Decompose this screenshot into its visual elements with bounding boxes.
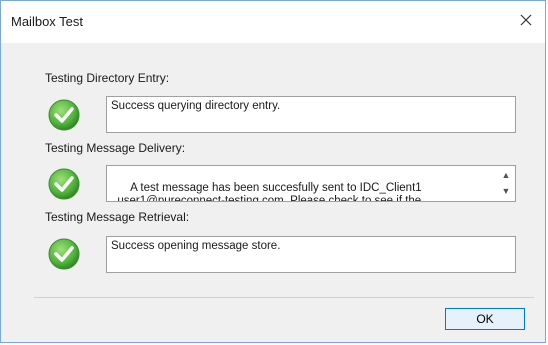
message-delivery-label: Testing Message Delivery: (45, 141, 186, 155)
scroll-up-arrow-icon[interactable]: ▲ (497, 167, 515, 184)
title-bar[interactable]: Mailbox Test (1, 1, 545, 43)
directory-entry-label: Testing Directory Entry: (45, 71, 170, 85)
window-title: Mailbox Test (11, 14, 84, 29)
directory-entry-result[interactable]: Success querying directory entry. (106, 96, 516, 133)
message-retrieval-result[interactable]: Success opening message store. (106, 236, 516, 273)
close-icon (520, 14, 532, 26)
check-icon (48, 238, 80, 270)
dialog-body: Testing Directory Entry: Success queryin… (1, 43, 545, 342)
footer-divider (34, 297, 534, 298)
close-button[interactable] (507, 1, 545, 39)
message-delivery-text: A test message has been succesfully sent… (111, 182, 422, 202)
check-icon (48, 99, 80, 131)
message-delivery-result[interactable]: A test message has been succesfully sent… (106, 165, 516, 202)
scroll-down-arrow-icon[interactable]: ▼ (497, 183, 515, 200)
vertical-scrollbar[interactable]: ▲ ▼ (497, 166, 515, 201)
message-retrieval-label: Testing Message Retrieval: (45, 210, 190, 224)
ok-button[interactable]: OK (445, 308, 525, 330)
check-icon (48, 168, 80, 200)
mailbox-test-dialog: Mailbox Test Testing Directory Entry: Su… (0, 0, 546, 343)
